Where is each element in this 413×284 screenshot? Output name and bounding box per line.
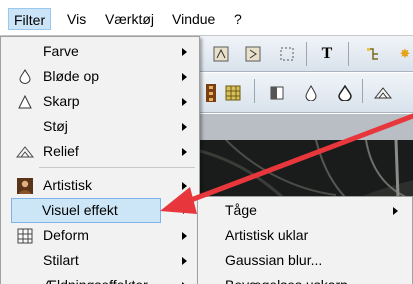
menu-help[interactable]: ? [229,8,247,30]
tree-icon[interactable] [362,43,384,65]
canvas-border [196,114,413,140]
submenu-item-taage[interactable]: Tåge [198,198,412,223]
visual-effect-submenu: Tåge Artistisk uklar Gaussian blur... Be… [197,196,413,284]
menu-vis[interactable]: Vis [62,8,91,30]
import-icon[interactable] [210,43,232,65]
menu-item-label: Visuel effekt [42,202,118,218]
menu-item-label: Deform [43,227,89,243]
submenu-arrow-icon [182,257,187,265]
filter-menu: Farve Bløde op Skarp Støj Relief Artisti… [0,36,200,284]
toolbar-top: T ✸ [196,36,413,72]
menu-item-label: Relief [43,143,79,159]
submenu-arrow-icon [182,123,187,131]
menu-item-label: Gaussian blur... [225,252,323,268]
submenu-arrow-icon [182,73,187,81]
menu-item-visuel-effekt[interactable]: Visuel effekt [11,198,161,223]
toolbar-separator [348,42,349,66]
menu-item-label: Artistisk uklar [225,227,309,243]
menu-item-label: Skarp [43,93,80,109]
text-tool-icon[interactable]: T [316,43,338,65]
menu-item-deform[interactable]: Deform [1,223,199,248]
menu-item-relief[interactable]: Relief [1,139,199,164]
submenu-item-bevaegelses-uskarp[interactable]: Bevægelses uskarp [198,273,412,284]
portrait-icon [16,177,34,194]
submenu-arrow-icon [182,232,187,240]
menu-separator [39,167,195,168]
toolbar-separator [362,79,363,103]
sharpen-triangle-icon [16,93,34,110]
relief-icon[interactable] [372,82,394,104]
menu-item-label: Ældningseffekter [43,273,148,284]
grid-icon[interactable] [222,82,244,104]
menu-item-stilart[interactable]: Stilart [1,248,199,273]
menu-item-label: Stilart [43,252,79,268]
submenu-arrow-icon [182,148,187,156]
toolbar-separator [254,79,255,103]
film-icon[interactable] [200,82,222,104]
submenu-item-gaussian-blur[interactable]: Gaussian blur... [198,248,412,273]
toolbar-effects [196,73,413,113]
menu-vindue[interactable]: Vindue [167,8,220,30]
drop-icon[interactable] [300,82,322,104]
relief-icon [16,143,34,160]
submenu-item-artistisk-uklar[interactable]: Artistisk uklar [198,223,412,248]
menu-bar: Filter Vis Værktøj Vindue ? [0,0,413,36]
submenu-arrow-icon [182,98,187,106]
menu-item-skarp[interactable]: Skarp [1,89,199,114]
toolbar-separator [306,42,307,66]
menu-item-bloede-op[interactable]: Bløde op [1,64,199,89]
menu-item-label: Farve [43,43,79,59]
contrast-icon[interactable] [266,82,288,104]
menu-item-farve[interactable]: Farve [1,39,199,64]
menu-item-label: Støj [43,118,68,134]
menu-item-label: Bløde op [43,68,100,84]
selection-icon[interactable] [276,43,298,65]
submenu-arrow-icon [182,182,187,190]
export-icon[interactable] [242,43,264,65]
submenu-arrow-icon [182,48,187,56]
menu-vaerktoej[interactable]: Værktøj [100,8,159,30]
menu-item-artistisk[interactable]: Artistisk [1,173,199,198]
menu-filter[interactable]: Filter [8,8,52,30]
drop-outline-icon[interactable] [334,82,356,104]
menu-item-label: Tåge [225,202,257,218]
menu-item-aeldningseffekter[interactable]: Ældningseffekter [1,273,199,284]
menu-item-stoej[interactable]: Støj [1,114,199,139]
menu-item-label: Bevægelses uskarp [225,273,348,284]
star-icon[interactable]: ✸ [394,43,413,65]
soften-drop-icon [16,68,34,85]
grid-deform-icon [16,227,34,244]
menu-item-label: Artistisk [43,177,92,193]
submenu-arrow-icon [393,207,398,215]
